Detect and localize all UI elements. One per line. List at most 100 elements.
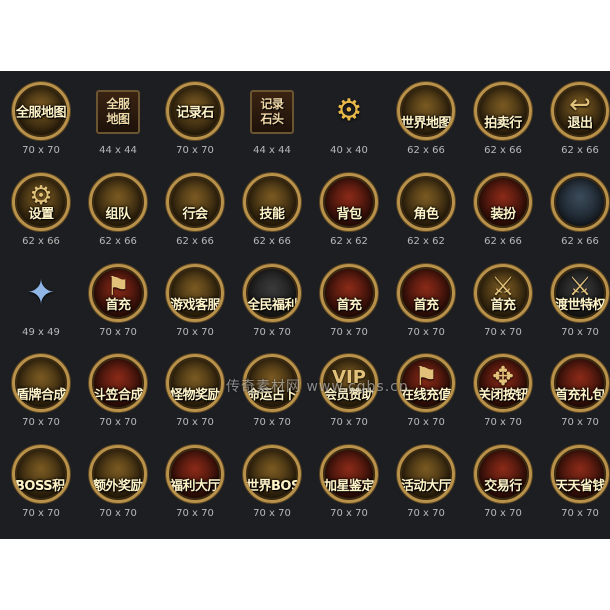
icon-label: 关闭按钮 [477, 388, 529, 403]
shield-craft-icon: 盾牌合成 [12, 354, 70, 412]
icon-size-caption: 70 x 70 [561, 508, 599, 519]
icon-size-caption: 62 x 66 [176, 236, 214, 247]
icon-cell: 天天省钱 70 x 70 [542, 439, 610, 519]
icon-size-caption: 62 x 66 [99, 236, 137, 247]
icon-cell: 组队 62 x 66 [80, 167, 156, 247]
icon-label: 怪物奖励 [169, 388, 221, 403]
icon-label: 全民福利 [246, 298, 298, 313]
watermark: 传奇素材网 www.cqbs.cn [226, 379, 409, 395]
icon-label: 渡世特权 [554, 298, 606, 313]
icon-cell: ✥ 关闭按钮 70 x 70 [465, 348, 541, 428]
world-map-icon: 全服地图 [12, 82, 70, 140]
first-recharge-gift-icon: 首充礼包 [551, 354, 609, 412]
icon-cell: 角色 62 x 62 [388, 167, 464, 247]
icon-size-caption: 70 x 70 [99, 508, 137, 519]
world-map-small-icon: 全服地图 [96, 90, 140, 134]
exit-arrow-icon: ↩ 退出 [551, 82, 609, 140]
first-recharge-shield-icon: 首充 [320, 264, 378, 322]
icon-cell: 装扮 62 x 66 [465, 167, 541, 247]
icon-size-caption: 70 x 70 [99, 417, 137, 428]
icon-cell: 世界地图 62 x 66 [388, 76, 464, 156]
support-book-icon: 游戏客服 [166, 264, 224, 322]
map-scroll-icon: 世界地图 [397, 82, 455, 140]
icon-cell: 游戏客服 70 x 70 [157, 258, 233, 338]
star-appraisal-icon: 加星鉴定 [320, 445, 378, 503]
icon-label: 世界地图 [400, 116, 452, 131]
icon-label: 首充 [105, 298, 131, 313]
first-recharge-red-icon: 首充 [397, 264, 455, 322]
icon-cell: 行会 62 x 66 [157, 167, 233, 247]
icon-size-caption: 70 x 70 [561, 327, 599, 338]
icon-size-caption: 62 x 66 [484, 145, 522, 156]
welfare-shield-icon: 全民福利 [243, 264, 301, 322]
outfit-armor-icon: 装扮 [474, 173, 532, 231]
icon-label: 角色 [413, 207, 439, 222]
icon-grid: 全服地图 70 x 70 全服地图 44 x 44 记录石 70 x 70 记录石头 44 x… [0, 71, 610, 539]
icon-size-caption: 70 x 70 [561, 417, 599, 428]
icon-size-caption: 62 x 66 [561, 145, 599, 156]
icon-label: 设置 [28, 207, 54, 222]
skill-icon: 技能 [243, 173, 301, 231]
icon-size-caption: 70 x 70 [22, 508, 60, 519]
icon-size-caption: 70 x 70 [330, 417, 368, 428]
icon-label: 背包 [336, 207, 362, 222]
auction-book-icon: 拍卖行 [474, 82, 532, 140]
icon-label: 天天省钱 [554, 479, 606, 494]
icon-label: 首充 [336, 298, 362, 313]
world-boss-icon: 世界BOSS [243, 445, 301, 503]
icon-cell: ✦ 49 x 49 [3, 258, 79, 338]
extra-reward-icon: 额外奖励 [89, 445, 147, 503]
icon-cell: 62 x 66 [542, 167, 610, 247]
icon-label: 行会 [182, 207, 208, 222]
icon-size-caption: 70 x 70 [99, 327, 137, 338]
icon-label: 活动大厅 [400, 479, 452, 494]
icon-label: 额外奖励 [92, 479, 144, 494]
icon-label: 斗笠合成 [92, 388, 144, 403]
icon-label: 退出 [567, 116, 593, 131]
icon-label: 首充 [490, 298, 516, 313]
character-icon: 角色 [397, 173, 455, 231]
daily-saving-icon: 天天省钱 [551, 445, 609, 503]
icon-cell: 背包 62 x 62 [311, 167, 387, 247]
icon-cell: 额外奖励 70 x 70 [80, 439, 156, 519]
icon-cell: 怪物奖励 70 x 70 [157, 348, 233, 428]
icon-size-caption: 62 x 66 [484, 236, 522, 247]
icon-label: 技能 [259, 207, 285, 222]
icon-label: 加星鉴定 [323, 479, 375, 494]
trading-house-icon: 交易行 [474, 445, 532, 503]
icon-label: 交易行 [484, 479, 522, 494]
icon-size-caption: 70 x 70 [484, 327, 522, 338]
icon-cell: 全服地图 44 x 44 [80, 76, 156, 156]
icon-cell: 记录石 70 x 70 [157, 76, 233, 156]
icon-cell: ⚔ 首充 70 x 70 [465, 258, 541, 338]
icon-cell: ⚙ 40 x 40 [311, 76, 387, 157]
icon-cell: 盾牌合成 70 x 70 [3, 348, 79, 428]
icon-label: 拍卖行 [484, 116, 522, 131]
icon-size-caption: 62 x 66 [253, 236, 291, 247]
icon-label: 记录石头 [260, 97, 284, 126]
blank-frame-icon [551, 173, 609, 231]
icon-cell: 世界BOSS 70 x 70 [234, 439, 310, 519]
icon-cell: ⚔ 渡世特权 70 x 70 [542, 258, 610, 338]
icon-label: 盾牌合成 [15, 388, 67, 403]
icon-size-caption: 70 x 70 [330, 508, 368, 519]
icon-cell: BOSS积分 70 x 70 [3, 439, 79, 519]
event-hall-icon: 活动大厅 [397, 445, 455, 503]
guild-emblem-icon: 行会 [166, 173, 224, 231]
icon-cell: 首充 70 x 70 [311, 258, 387, 338]
icon-label: 游戏客服 [169, 298, 221, 313]
privilege-sword-icon: ⚔ 渡世特权 [551, 264, 609, 322]
icon-size-caption: 44 x 44 [253, 145, 291, 156]
hat-craft-icon: 斗笠合成 [89, 354, 147, 412]
icon-label: 记录石 [176, 105, 214, 121]
icon-size-caption: 70 x 70 [253, 327, 291, 338]
boss-points-icon: BOSS积分 [12, 445, 70, 503]
icon-cell: ⚙ 设置 62 x 66 [3, 167, 79, 247]
icon-size-caption: 40 x 40 [330, 145, 368, 156]
icon-cell: 技能 62 x 66 [234, 167, 310, 247]
icon-size-caption: 70 x 70 [176, 327, 214, 338]
icon-cell: ⚑ 首充 70 x 70 [80, 258, 156, 338]
icon-label: 全服地图 [106, 97, 130, 126]
icon-sheet: 全服地图 70 x 70 全服地图 44 x 44 记录石 70 x 70 记录石头 44 x… [0, 71, 610, 539]
icon-size-caption: 70 x 70 [22, 417, 60, 428]
